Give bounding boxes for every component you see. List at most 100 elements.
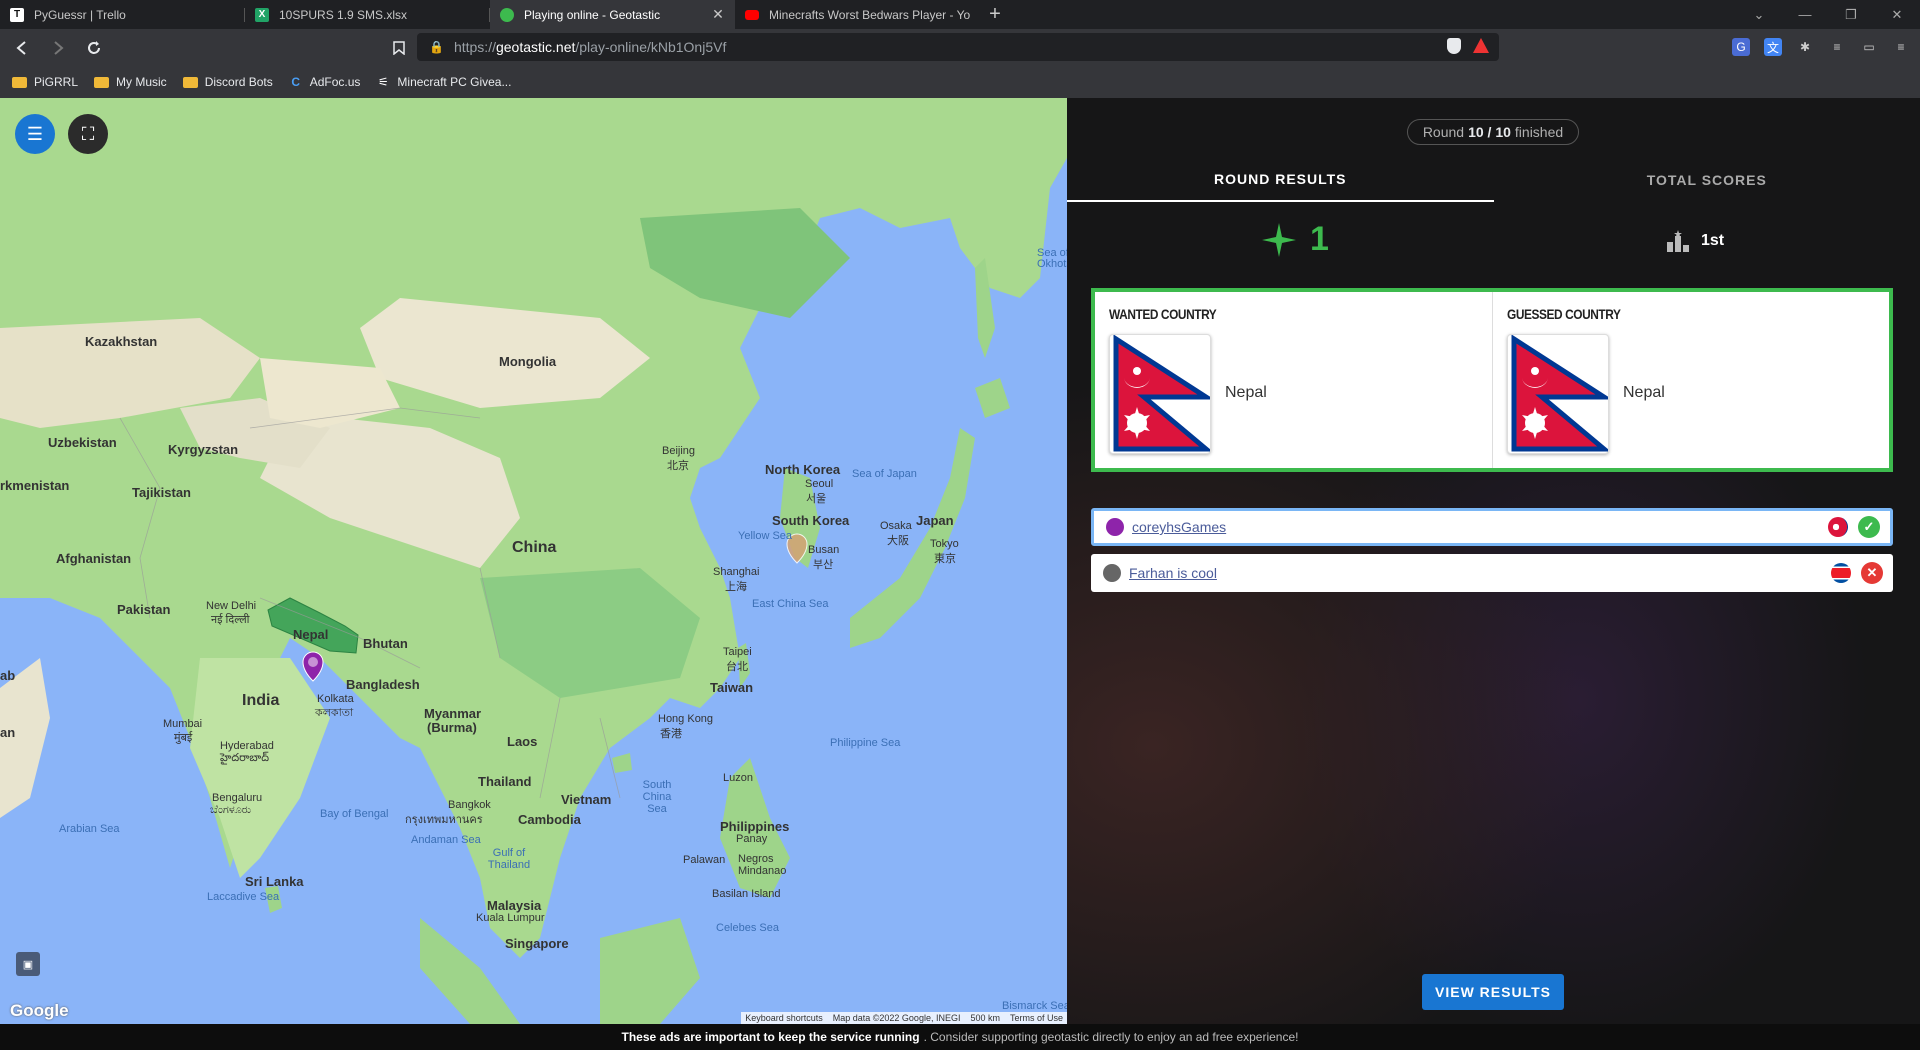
google-logo: Google xyxy=(10,1001,69,1020)
fullscreen-button[interactable]: ⛶ xyxy=(68,114,108,154)
podium-icon xyxy=(1667,230,1689,252)
forward-arrow-icon xyxy=(54,40,64,55)
map-menu-button[interactable]: ☰ xyxy=(15,114,55,154)
reload-icon xyxy=(88,40,100,54)
bookmark-my-music[interactable]: My Music xyxy=(94,75,167,89)
new-tab-button[interactable]: + xyxy=(980,0,1010,29)
reading-list-icon[interactable]: ≡ xyxy=(1828,38,1846,56)
guessed-country-name: Nepal xyxy=(1623,384,1665,401)
bookmark-adfocus[interactable]: C AdFoc.us xyxy=(289,75,361,89)
round-rank: 1st xyxy=(1667,230,1724,252)
minimize-button[interactable]: — xyxy=(1782,0,1828,29)
map-label-beijing: Beijing xyxy=(662,445,696,457)
url-path: /play-online/kNb1Onj5Vf xyxy=(575,39,727,55)
round-score: 1 xyxy=(1262,220,1329,259)
map-label-philippine-sea: Philippine Sea xyxy=(830,737,901,749)
map-label-pakistan: Pakistan xyxy=(117,602,171,617)
map-label-kyrgyzstan: Kyrgyzstan xyxy=(168,442,239,457)
tab-round-results[interactable]: ROUND RESULTS xyxy=(1067,158,1494,202)
map-label-uzbekistan: Uzbekistan xyxy=(48,435,117,450)
tab-search-icon[interactable]: ⌄ xyxy=(1736,0,1782,29)
map-label-andaman-sea: Andaman Sea xyxy=(411,834,481,846)
map-label-mumbai-local: मुंबई xyxy=(174,732,193,744)
tab-geotastic[interactable]: Playing online - Geotastic ✕ xyxy=(490,0,735,29)
map-label-hyderabad: Hyderabad xyxy=(220,740,274,752)
restore-button[interactable]: ❐ xyxy=(1828,0,1874,29)
trello-icon: T xyxy=(10,7,24,22)
map-label-basilan: Basilan Island xyxy=(712,888,781,900)
guessed-country-label: GUESSED COUNTRY xyxy=(1507,306,1621,322)
bookmark-discord-bots[interactable]: Discord Bots xyxy=(182,75,273,89)
bookmarks-bar: PiGRRL My Music Discord Bots C AdFoc.us ⚟… xyxy=(0,66,1920,98)
map-label-thailand: Thailand xyxy=(478,774,532,789)
map-label-yellow-sea: Yellow Sea xyxy=(738,530,793,542)
menu-icon[interactable]: ≡ xyxy=(1892,38,1910,56)
map-label-celebes-sea: Celebes Sea xyxy=(716,922,779,934)
score-row: 1 1st xyxy=(1067,220,1920,270)
map-layer-button[interactable]: ▣ xyxy=(16,952,40,976)
lock-icon[interactable]: 🔒 xyxy=(429,40,444,54)
steam-icon: ⚟ xyxy=(378,75,389,89)
close-window-button[interactable]: ✕ xyxy=(1874,0,1920,29)
folder-icon xyxy=(12,76,27,88)
map-label-mumbai: Mumbai xyxy=(163,718,203,730)
map-label-seoul-local: 서울 xyxy=(806,493,827,505)
map-label-bismarck-sea: Bismarck Sea xyxy=(1002,1000,1067,1012)
map-label-sea-of-okhotsk: Sea of Okhots xyxy=(1037,247,1067,270)
tab-trello[interactable]: T PyGuessr | Trello xyxy=(0,0,245,29)
keyboard-shortcuts-link[interactable]: Keyboard shortcuts xyxy=(745,1013,823,1023)
extensions-puzzle-icon[interactable]: ✱ xyxy=(1796,38,1814,56)
view-results-button[interactable]: VIEW RESULTS xyxy=(1422,974,1564,1010)
map-label-bangladesh: Bangladesh xyxy=(346,677,420,692)
player-row[interactable]: coreyhsGames ✓ xyxy=(1091,508,1893,546)
close-tab-icon[interactable]: ✕ xyxy=(711,6,725,23)
folder-icon xyxy=(182,76,198,88)
fullscreen-icon: ⛶ xyxy=(81,123,95,144)
map-label-busan: Busan xyxy=(808,544,840,556)
tab-total-scores[interactable]: TOTAL SCORES xyxy=(1494,158,1920,202)
brave-rewards-icon[interactable] xyxy=(1473,38,1489,53)
map-label-kazakhstan: Kazakhstan xyxy=(85,334,158,349)
bookmark-label: AdFoc.us xyxy=(309,75,361,89)
map-label-tokyo: Tokyo xyxy=(930,538,959,550)
world-map[interactable]: Kazakhstan Mongolia Uzbekistan Kyrgyzsta… xyxy=(0,98,1067,1024)
bookmark-minecraft[interactable]: ⚟ Minecraft PC Givea... xyxy=(376,75,511,89)
ad-notice-bar: These ads are important to keep the serv… xyxy=(0,1024,1920,1050)
scale-bar[interactable]: 500 km xyxy=(970,1013,1000,1023)
tab-youtube[interactable]: Minecrafts Worst Bedwars Player - You xyxy=(735,0,980,29)
nepal-flag-icon xyxy=(1113,334,1215,452)
wanted-country-name: Nepal xyxy=(1225,384,1267,401)
reload-button[interactable] xyxy=(80,34,108,62)
sparkle-icon xyxy=(1262,222,1296,257)
brave-shield-icon[interactable] xyxy=(1447,38,1461,54)
map-label-bengaluru-local: ಬೆಂಗಳೂರು xyxy=(210,804,252,816)
map-label-malaysia: Malaysia xyxy=(487,898,542,913)
round-prefix: Round xyxy=(1422,124,1465,140)
map-label-tajikistan: Tajikistan xyxy=(132,485,192,500)
player-row[interactable]: Farhan is cool ✕ xyxy=(1091,554,1893,592)
hainan-island xyxy=(612,753,632,773)
map-label-gulf-of-thailand: Gulf of Thailand xyxy=(487,847,531,871)
back-button[interactable] xyxy=(8,34,36,62)
wallet-icon[interactable]: ▭ xyxy=(1860,38,1878,56)
forward-button[interactable] xyxy=(44,34,72,62)
tab-bar: T PyGuessr | Trello X 10SPURS 1.9 SMS.xl… xyxy=(0,0,1920,29)
bookmark-pigrrl[interactable]: PiGRRL xyxy=(12,75,78,89)
borneo-island xyxy=(600,918,700,1024)
google-translate-icon[interactable]: 文 xyxy=(1764,38,1782,56)
translate-icon[interactable]: G xyxy=(1732,38,1750,56)
map-label-panay: Panay xyxy=(736,833,768,845)
map-label-palawan: Palawan xyxy=(683,854,726,866)
avatar xyxy=(1103,564,1121,582)
map-label-laccadive-sea: Laccadive Sea xyxy=(207,891,280,903)
url-scheme: https:// xyxy=(453,39,496,55)
player-name-link[interactable]: coreyhsGames xyxy=(1132,519,1226,535)
player-name-link[interactable]: Farhan is cool xyxy=(1129,565,1217,581)
address-bar-icons xyxy=(1447,38,1489,54)
terms-link[interactable]: Terms of Use xyxy=(1010,1013,1063,1023)
tab-excel[interactable]: X 10SPURS 1.9 SMS.xlsx xyxy=(245,0,490,29)
bookmark-button[interactable] xyxy=(385,34,413,62)
back-arrow-icon xyxy=(16,40,26,55)
window-controls: ⌄ — ❐ ✕ xyxy=(1736,0,1920,29)
address-bar[interactable]: 🔒 https:// geotastic.net /play-online/kN… xyxy=(417,33,1499,61)
